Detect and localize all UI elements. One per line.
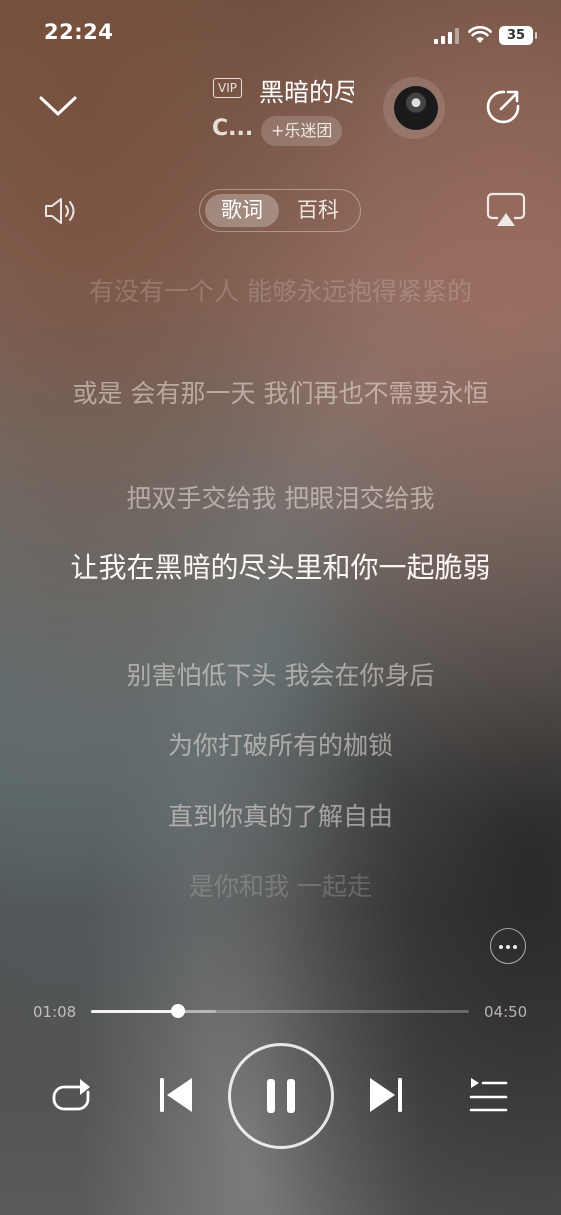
- artist-name[interactable]: C...: [212, 116, 253, 141]
- current-time: 01:08: [33, 1003, 77, 1021]
- repeat-icon[interactable]: [50, 1074, 96, 1116]
- more-icon[interactable]: [490, 928, 526, 964]
- share-icon[interactable]: [484, 88, 522, 126]
- lyric-line[interactable]: 把双手交给我 把眼泪交给我: [50, 481, 511, 517]
- lyric-line[interactable]: 为你打破所有的枷锁: [50, 728, 511, 764]
- previous-icon[interactable]: [158, 1076, 194, 1114]
- next-icon[interactable]: [368, 1076, 404, 1114]
- tab-wiki[interactable]: 百科: [280, 194, 356, 227]
- progress-thumb[interactable]: [170, 1004, 185, 1018]
- playlist-icon[interactable]: [468, 1076, 508, 1114]
- fan-club-button[interactable]: +乐迷团: [261, 116, 343, 146]
- airplay-icon[interactable]: [486, 192, 526, 228]
- chevron-down-icon[interactable]: [38, 90, 78, 120]
- lyric-line[interactable]: 有没有一个人 能够永远抱得紧紧的: [50, 274, 511, 310]
- played-fill: [91, 1010, 178, 1013]
- lyric-line[interactable]: 别害怕低下头 我会在你身后: [50, 658, 511, 694]
- vip-badge: VIP: [213, 78, 242, 98]
- pause-button[interactable]: [228, 1043, 334, 1149]
- total-time: 04:50: [484, 1003, 528, 1021]
- artist-avatar[interactable]: [394, 86, 438, 130]
- wifi-icon: [468, 26, 492, 43]
- volume-icon[interactable]: [43, 195, 79, 227]
- lyric-line[interactable]: 是你和我 一起走: [50, 869, 511, 905]
- battery-indicator: 35: [499, 26, 537, 45]
- song-title: 黑暗的尽头: [259, 78, 354, 107]
- lyric-line[interactable]: 直到你真的了解自由: [50, 799, 511, 835]
- lyric-line-current[interactable]: 让我在黑暗的尽头里和你一起脆弱: [50, 549, 511, 587]
- pause-icon: [267, 1079, 295, 1113]
- tab-lyrics[interactable]: 歌词: [205, 194, 279, 227]
- status-time: 22:24: [44, 20, 114, 44]
- progress-bar[interactable]: [91, 1010, 469, 1013]
- lyrics-wiki-switch: 歌词 百科: [199, 189, 361, 232]
- signal-icon: [434, 28, 459, 44]
- lyric-line[interactable]: 或是 会有那一天 我们再也不需要永恒: [50, 376, 511, 412]
